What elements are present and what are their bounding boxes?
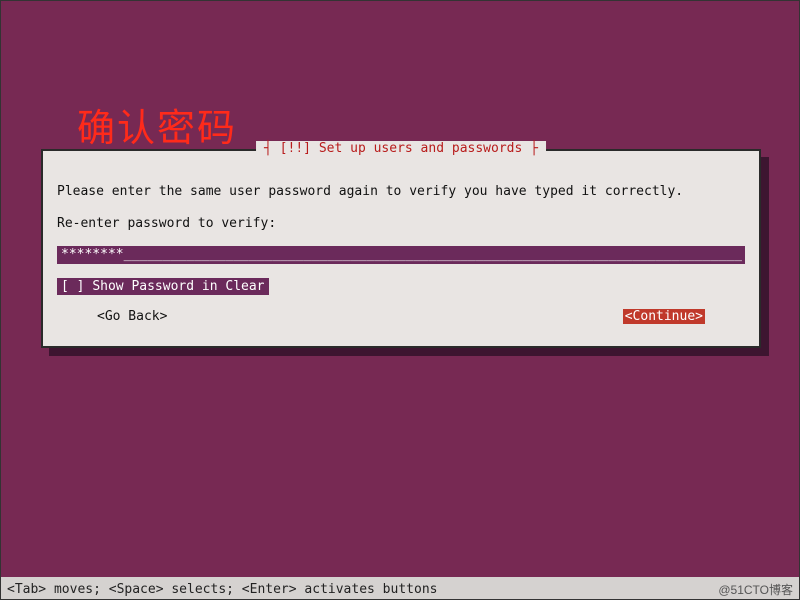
prompt-label: Re-enter password to verify: xyxy=(57,215,745,233)
dialog-title-text: [!!] Set up users and passwords xyxy=(280,141,523,156)
go-back-button[interactable]: <Go Back> xyxy=(97,309,167,324)
footer-hint: <Tab> moves; <Space> selects; <Enter> ac… xyxy=(7,582,437,597)
show-password-checkbox[interactable]: [ ] Show Password in Clear xyxy=(57,278,269,295)
checkbox-box: [ ] xyxy=(61,279,84,294)
checkbox-label: Show Password in Clear xyxy=(92,279,264,294)
dialog-title: ┤ [!!] Set up users and passwords ├ xyxy=(256,141,546,156)
password-input[interactable]: ********________________________________… xyxy=(57,246,745,264)
input-fill: ________________________________________… xyxy=(124,247,742,262)
password-dialog: ┤ [!!] Set up users and passwords ├ Plea… xyxy=(41,149,761,348)
page-title: 确认密码 xyxy=(77,97,237,152)
dialog-container: ┤ [!!] Set up users and passwords ├ Plea… xyxy=(41,149,761,348)
title-bracket-close: ├ xyxy=(522,141,538,156)
footer-bar: <Tab> moves; <Space> selects; <Enter> ac… xyxy=(1,577,799,599)
password-value: ******** xyxy=(61,247,124,262)
continue-button[interactable]: <Continue> xyxy=(623,309,705,324)
button-row: <Go Back> <Continue> xyxy=(57,309,745,330)
watermark: @51CTO博客 xyxy=(718,581,793,598)
instruction-text: Please enter the same user password agai… xyxy=(57,183,745,201)
title-bracket-open: ┤ xyxy=(264,141,280,156)
